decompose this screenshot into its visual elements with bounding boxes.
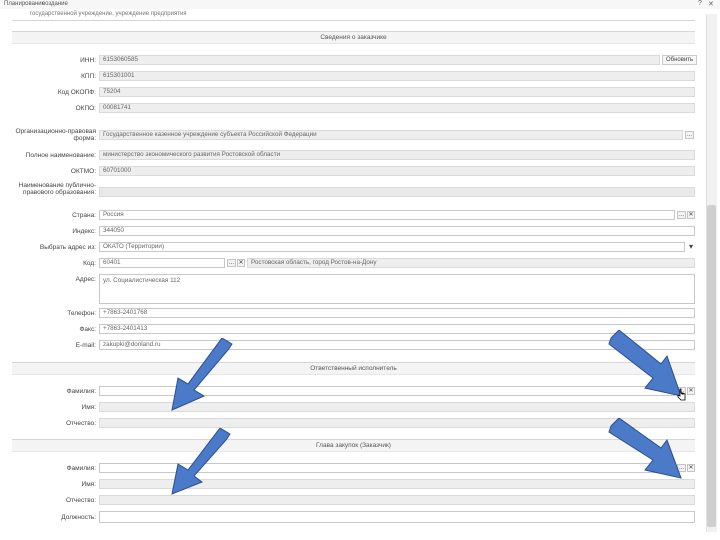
country-label: Страна: bbox=[72, 212, 96, 219]
close-icon[interactable]: ✕ bbox=[708, 0, 714, 8]
email-label: E-mail: bbox=[75, 342, 96, 349]
oktmo-field[interactable]: 60701000 bbox=[99, 166, 695, 176]
executor-clear-icon[interactable]: ✕ bbox=[687, 387, 695, 395]
head-position-label: Должность: bbox=[61, 514, 96, 521]
full-name-label: Полное наименование: bbox=[25, 152, 96, 159]
country-field[interactable]: Россия bbox=[99, 210, 675, 220]
section-executor-header: Ответственный исполнитель bbox=[12, 362, 695, 375]
inn-label: ИНН: bbox=[80, 57, 96, 64]
country-clear-icon[interactable]: ✕ bbox=[687, 211, 695, 219]
head-name-label: Имя: bbox=[81, 481, 96, 488]
index-field[interactable]: 344050 bbox=[99, 226, 695, 236]
full-name-field[interactable]: министерство экономического развития Рос… bbox=[99, 150, 695, 160]
index-label: Индекс: bbox=[72, 228, 96, 235]
oktmo-label: ОКТМО: bbox=[70, 168, 96, 175]
address-textarea[interactable]: ул. Социалистическая 112 bbox=[99, 274, 695, 304]
annotation-arrow-2 bbox=[608, 330, 682, 397]
address-choice-label: Выбрать адрес из: bbox=[39, 244, 96, 251]
annotation-arrow-1 bbox=[171, 338, 233, 411]
okpo-field[interactable]: 00081741 bbox=[99, 103, 695, 113]
executor-name-label: Имя: bbox=[81, 404, 96, 411]
okpo-label: ОКПО: bbox=[75, 105, 96, 112]
okopf-label: Код ОКОПФ: bbox=[57, 89, 96, 96]
ppo-label: Наименование публично-правового образова… bbox=[18, 182, 96, 196]
code-clear-icon[interactable]: ✕ bbox=[237, 259, 245, 267]
address-label: Адрес: bbox=[75, 276, 96, 283]
head-patronymic-field[interactable] bbox=[99, 495, 695, 505]
divider bbox=[12, 20, 695, 21]
menu-create[interactable]: создание bbox=[42, 1, 68, 7]
hand-cursor-icon bbox=[677, 388, 686, 401]
address-choice-select[interactable]: ОКАТО (Территории) bbox=[99, 242, 685, 252]
section-head-header: Глава закупок (Заказчик) bbox=[12, 439, 695, 452]
head-patronymic-label: Отчество: bbox=[65, 497, 96, 504]
code-field[interactable]: 60401 bbox=[99, 258, 225, 268]
kpp-label: КПП: bbox=[81, 73, 96, 80]
head-position-field[interactable] bbox=[99, 511, 695, 523]
help-icon[interactable]: ? bbox=[698, 0, 702, 7]
code-select-button[interactable]: ... bbox=[227, 259, 236, 267]
country-select-button[interactable]: ... bbox=[677, 211, 686, 219]
org-form-select-button[interactable]: ... bbox=[685, 131, 694, 139]
fax-label: Факс: bbox=[79, 326, 96, 333]
scrollbar-thumb[interactable] bbox=[707, 205, 716, 527]
kpp-field[interactable]: 615301001 bbox=[99, 71, 695, 81]
inn-field[interactable]: 6153060585 bbox=[99, 55, 660, 65]
menu-planning[interactable]: Планирование bbox=[4, 1, 45, 7]
annotation-arrow-3 bbox=[171, 428, 231, 495]
section-customer-header: Сведения о заказчике bbox=[12, 31, 695, 44]
org-form-label: Организационно-правовая форма: bbox=[15, 128, 96, 142]
cut-off-org-text: государственной учреждение, учреждение п… bbox=[30, 11, 187, 17]
okopf-field[interactable]: 75204 bbox=[99, 87, 695, 97]
window-titlebar: Планирование создание ? ✕ bbox=[0, 0, 720, 9]
region-field: Ростовская область, город Ростов-на-Дону bbox=[247, 258, 695, 268]
head-surname-label: Фамилия: bbox=[66, 465, 96, 472]
executor-patronymic-label: Отчество: bbox=[65, 420, 96, 427]
phone-label: Телефон: bbox=[67, 310, 96, 317]
chevron-down-icon[interactable]: ▾ bbox=[687, 243, 695, 251]
annotation-arrow-4 bbox=[608, 418, 682, 479]
refresh-button[interactable]: Обновить bbox=[662, 55, 698, 65]
phone-field[interactable]: +7863-2401768 bbox=[99, 308, 695, 318]
executor-surname-label: Фамилия: bbox=[66, 388, 96, 395]
ppo-field[interactable] bbox=[99, 187, 695, 197]
code-label: Код: bbox=[83, 260, 96, 267]
head-clear-icon[interactable]: ✕ bbox=[687, 464, 695, 472]
org-form-field[interactable]: Государственное казенное учреждение субъ… bbox=[99, 130, 683, 140]
